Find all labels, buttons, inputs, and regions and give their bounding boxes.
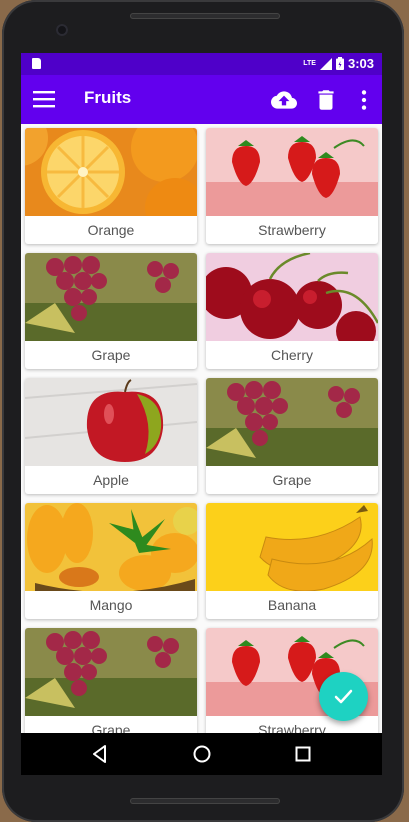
app-title: Fruits [84, 88, 132, 107]
status-bar: LTE 3:03 [21, 53, 382, 75]
fruit-name: Strawberry [258, 222, 326, 238]
clock: 3:03 [347, 56, 374, 71]
home-icon[interactable] [192, 744, 212, 764]
banana-image [206, 503, 378, 591]
apple-image [25, 378, 197, 466]
fruit-name: Banana [267, 597, 317, 613]
mango-image [25, 503, 197, 591]
signal-icon [319, 57, 332, 70]
fruit-card[interactable]: Grape [206, 378, 378, 494]
cloud-upload-icon[interactable] [271, 87, 297, 113]
fruit-card[interactable]: Grape [25, 628, 197, 744]
check-icon [334, 689, 353, 704]
network-type: LTE [303, 60, 316, 67]
fruit-card[interactable]: Apple [25, 378, 197, 494]
orange-image [25, 128, 197, 216]
earpiece-speaker [130, 13, 280, 19]
fruit-card[interactable]: Cherry [206, 253, 378, 369]
recents-icon[interactable] [293, 744, 313, 764]
bottom-speaker [130, 798, 280, 804]
delete-icon[interactable] [313, 87, 339, 113]
fruit-card[interactable]: Strawberry [206, 128, 378, 244]
fruit-card[interactable]: Grape [25, 253, 197, 369]
fruit-name: Grape [91, 347, 131, 363]
grape-image [25, 253, 197, 341]
fruit-name: Orange [87, 222, 135, 238]
grape-image [206, 378, 378, 466]
more-vert-icon[interactable] [351, 87, 377, 113]
fruit-card[interactable]: Banana [206, 503, 378, 619]
fruit-name: Grape [272, 472, 312, 488]
navigation-bar [21, 733, 382, 775]
battery-icon [335, 57, 344, 70]
fruit-name: Apple [93, 472, 129, 488]
front-camera [56, 24, 68, 36]
strawberry-image [206, 128, 378, 216]
fruit-name: Cherry [270, 347, 313, 363]
fruit-card[interactable]: Mango [25, 503, 197, 619]
device-screen: LTE 3:03 Fruits Orange Strawberry Grape … [21, 53, 382, 775]
cherry-image [206, 253, 378, 341]
sim-card-icon [32, 58, 41, 69]
back-icon[interactable] [90, 744, 110, 764]
grape-image [25, 628, 197, 716]
fruit-name: Mango [89, 597, 133, 613]
fruit-card[interactable]: Orange [25, 128, 197, 244]
check-fab-button[interactable] [319, 672, 368, 721]
app-bar: Fruits [21, 75, 382, 124]
menu-icon[interactable] [33, 89, 57, 109]
